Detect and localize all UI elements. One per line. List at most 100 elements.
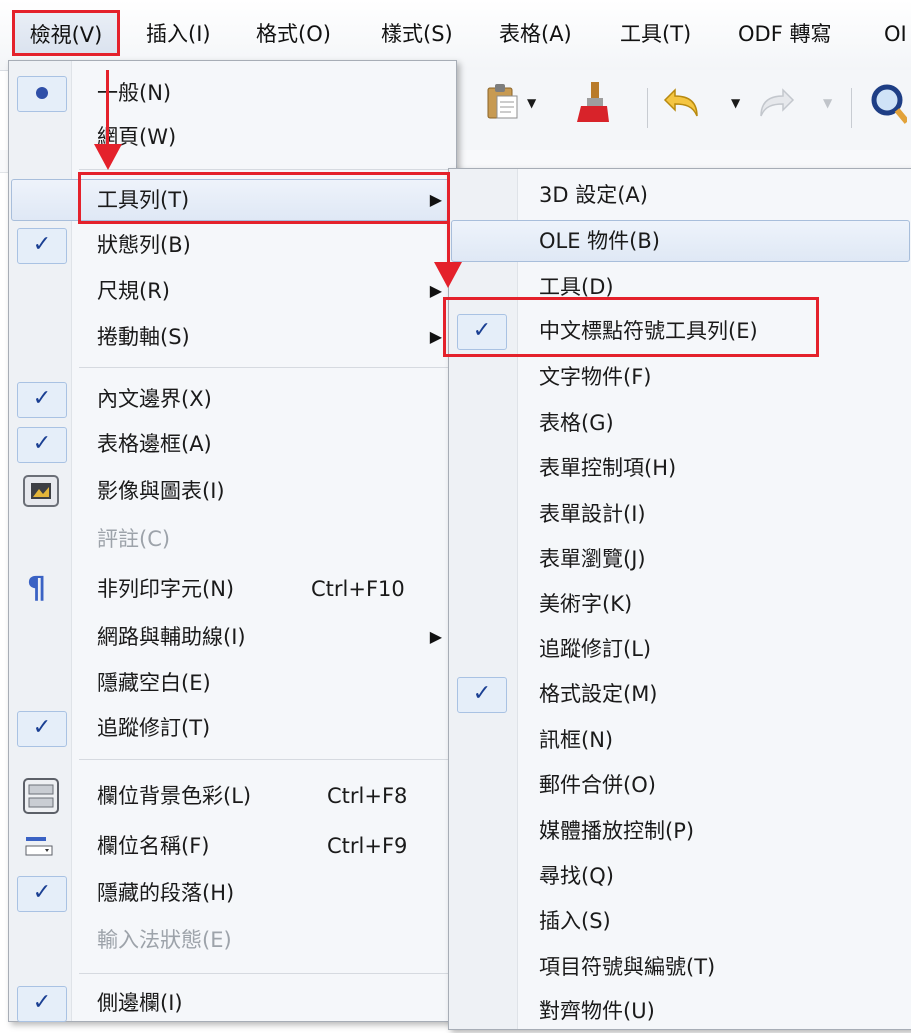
- menu-item-label: 內文邊界(X): [97, 387, 212, 411]
- toolbar-separator: [647, 88, 648, 128]
- menu-item-scrollbars[interactable]: 捲動軸(S) ▶: [9, 315, 456, 359]
- menu-item-label: 隱藏空白(E): [97, 671, 211, 695]
- menu-item-label: 尺規(R): [97, 279, 170, 303]
- menu-overflow[interactable]: OI: [884, 14, 907, 54]
- highlight: [451, 220, 910, 262]
- submenu-item-label: 訊框(N): [539, 728, 614, 752]
- submenu-item-label: 尋找(Q): [539, 864, 614, 888]
- menu-item-label: 欄位名稱(F): [97, 834, 210, 858]
- submenu-item-text-object[interactable]: 文字物件(F): [449, 355, 911, 399]
- submenu-arrow-icon: ▶: [429, 627, 442, 646]
- menu-separator: [79, 169, 452, 170]
- image-icon: [23, 475, 59, 507]
- check-icon: ✓: [17, 711, 67, 747]
- undo-icon[interactable]: [663, 84, 703, 120]
- submenu-item-insert[interactable]: 插入(S): [449, 899, 911, 943]
- check-icon: ✓: [17, 876, 67, 912]
- menu-item-label: 非列印字元(N): [97, 577, 235, 601]
- menu-item-grid-helplines[interactable]: 網路與輔助線(I) ▶: [9, 615, 456, 659]
- submenu-item-align-objects[interactable]: 對齊物件(U): [449, 989, 911, 1033]
- annotation-arrow-head: [94, 144, 122, 170]
- menu-item-comments: 評註(C): [9, 517, 456, 561]
- menu-item-table-boundaries[interactable]: ✓ 表格邊框(A): [9, 422, 456, 466]
- annotation-box-toolbars: [78, 172, 450, 224]
- menu-styles[interactable]: 樣式(S): [381, 14, 453, 54]
- menu-item-hidden-paragraphs[interactable]: ✓ 隱藏的段落(H): [9, 871, 456, 915]
- menu-item-shortcut: Ctrl+F8: [327, 784, 408, 808]
- menu-item-field-shadings[interactable]: 欄位背景色彩(L) Ctrl+F8: [9, 774, 456, 818]
- check-icon: ✓: [17, 382, 67, 418]
- submenu-item-label: 格式設定(M): [539, 682, 658, 706]
- submenu-item-label: 追蹤修訂(L): [539, 637, 652, 661]
- submenu-item-form-navigation[interactable]: 表單瀏覽(J): [449, 537, 911, 581]
- menu-item-field-names[interactable]: 欄位名稱(F) Ctrl+F9: [9, 824, 456, 868]
- submenu-item-label: 3D 設定(A): [539, 183, 648, 207]
- menu-item-web[interactable]: 網頁(W): [9, 115, 456, 159]
- menu-table[interactable]: 表格(A): [499, 14, 572, 54]
- menu-item-normal[interactable]: 一般(N): [9, 71, 456, 115]
- submenu-item-label: 表單瀏覽(J): [539, 547, 646, 571]
- submenu-item-mail-merge[interactable]: 郵件合併(O): [449, 763, 911, 807]
- submenu-item-form-design[interactable]: 表單設計(I): [449, 492, 911, 536]
- menu-view[interactable]: 檢視(V): [12, 10, 120, 56]
- menu-insert[interactable]: 插入(I): [146, 14, 211, 54]
- submenu-item-ole-object[interactable]: OLE 物件(B): [449, 219, 911, 263]
- submenu-item-label: 美術字(K): [539, 592, 633, 616]
- menu-item-track-changes[interactable]: ✓ 追蹤修訂(T): [9, 706, 456, 750]
- menu-separator: [79, 759, 452, 760]
- submenu-item-label: 表單設計(I): [539, 502, 646, 526]
- redo-icon: [760, 88, 795, 117]
- submenu-item-label: 插入(S): [539, 909, 611, 933]
- menu-item-sidebar[interactable]: ✓ 側邊欄(I): [9, 981, 456, 1025]
- menu-item-label: 影像與圖表(I): [97, 479, 225, 503]
- submenu-item-track-changes[interactable]: 追蹤修訂(L): [449, 627, 911, 671]
- submenu-item-table[interactable]: 表格(G): [449, 401, 911, 445]
- menu-item-rulers[interactable]: 尺規(R) ▶: [9, 269, 456, 313]
- menu-format[interactable]: 格式(O): [256, 14, 331, 54]
- annotation-box-chinese-punctuation: [443, 297, 819, 357]
- menu-item-formatting-marks[interactable]: ¶ 非列印字元(N) Ctrl+F10: [9, 567, 456, 611]
- pilcrow-icon: ¶: [27, 571, 47, 606]
- menu-separator: [79, 367, 452, 368]
- menu-tools[interactable]: 工具(T): [620, 14, 691, 54]
- submenu-item-label: 項目符號與編號(T): [539, 955, 716, 979]
- menu-item-shortcut: Ctrl+F10: [311, 577, 405, 601]
- submenu-item-label: 媒體播放控制(P): [539, 819, 695, 843]
- paste-icon[interactable]: [485, 82, 521, 122]
- submenu-item-bullets-numbering[interactable]: 項目符號與編號(T): [449, 945, 911, 989]
- clone-formatting-icon[interactable]: [575, 80, 611, 124]
- standard-toolbar: ▼ ▼ ▼: [455, 70, 911, 160]
- menu-item-label: 表格邊框(A): [97, 432, 212, 456]
- submenu-item-form-controls[interactable]: 表單控制項(H): [449, 446, 911, 490]
- menu-item-label: 隱藏的段落(H): [97, 881, 235, 905]
- find-replace-icon[interactable]: [867, 80, 907, 124]
- menu-item-images-charts[interactable]: 影像與圖表(I): [9, 469, 456, 513]
- menu-item-input-method-status: 輸入法狀態(E): [9, 918, 456, 962]
- menu-item-label: 追蹤修訂(T): [97, 716, 211, 740]
- check-icon: ✓: [17, 427, 67, 463]
- submenu-arrow-icon: ▶: [429, 327, 442, 346]
- menu-item-hide-whitespace[interactable]: 隱藏空白(E): [9, 661, 456, 705]
- submenu-item-label: 表格(G): [539, 411, 614, 435]
- menu-item-text-boundaries[interactable]: ✓ 內文邊界(X): [9, 377, 456, 421]
- menu-item-status-bar[interactable]: ✓ 狀態列(B): [9, 223, 456, 267]
- submenu-item-label: 文字物件(F): [539, 365, 652, 389]
- submenu-item-fontwork[interactable]: 美術字(K): [449, 582, 911, 626]
- paste-dropdown-icon[interactable]: ▼: [527, 96, 536, 110]
- toolbar-separator: [851, 88, 852, 128]
- radio-dot-icon: [17, 76, 67, 112]
- annotation-arrow-shaft: [106, 70, 109, 150]
- submenu-item-label: 表單控制項(H): [539, 456, 677, 480]
- submenu-item-frame[interactable]: 訊框(N): [449, 718, 911, 762]
- annotation-arrow-shaft: [447, 224, 450, 264]
- submenu-item-3d-settings[interactable]: 3D 設定(A): [449, 173, 911, 217]
- check-icon: ✓: [17, 228, 67, 264]
- menu-odf[interactable]: ODF 轉寫: [738, 14, 831, 54]
- submenu-item-find[interactable]: 尋找(Q): [449, 854, 911, 898]
- submenu-item-label: 郵件合併(O): [539, 773, 656, 797]
- undo-dropdown-icon[interactable]: ▼: [731, 96, 740, 110]
- annotation-arrow-head: [434, 262, 462, 288]
- menu-item-label: 欄位背景色彩(L): [97, 784, 252, 808]
- submenu-item-formatting[interactable]: ✓ 格式設定(M): [449, 672, 911, 716]
- submenu-item-media-playback[interactable]: 媒體播放控制(P): [449, 809, 911, 853]
